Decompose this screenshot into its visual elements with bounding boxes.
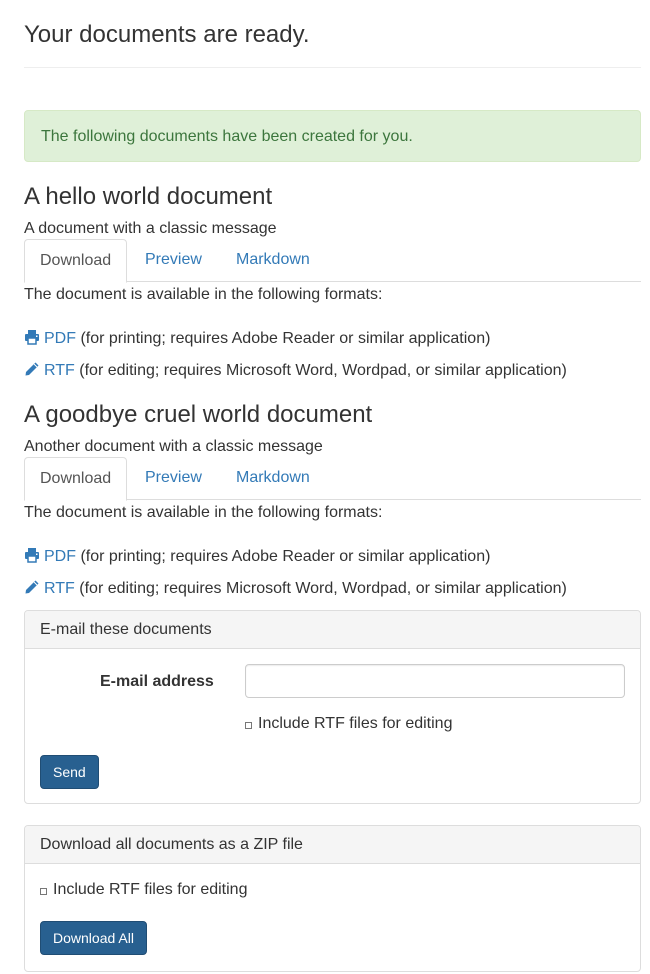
rtf-download-link[interactable]: RTF: [24, 362, 75, 379]
format-rtf-row: RTF (for editing; requires Microsoft Wor…: [24, 579, 567, 599]
title-divider: [24, 67, 641, 68]
tab-markdown[interactable]: Markdown: [236, 457, 310, 500]
zip-panel-heading: Download all documents as a ZIP file: [25, 826, 640, 864]
rtf-download-link[interactable]: RTF: [24, 580, 75, 597]
format-pdf-row: PDF (for printing; requires Adobe Reader…: [24, 329, 490, 349]
document-tabs: Download Preview Markdown: [24, 239, 641, 283]
printer-icon: [25, 330, 39, 345]
email-panel: E-mail these documents E-mail address In…: [24, 610, 641, 804]
email-label: E-mail address: [100, 673, 214, 690]
download-all-button[interactable]: Download All: [40, 921, 147, 955]
tab-preview[interactable]: Preview: [145, 457, 202, 500]
zip-include-rtf-row: Include RTF files for editing: [40, 880, 247, 900]
pdf-note: (for printing; requires Adobe Reader or …: [80, 330, 491, 347]
pdf-link-label: PDF: [44, 548, 76, 565]
rtf-note: (for editing; requires Microsoft Word, W…: [79, 362, 567, 379]
formats-intro: The document is available in the followi…: [24, 504, 383, 521]
rtf-note: (for editing; requires Microsoft Word, W…: [79, 580, 567, 597]
email-include-rtf-checkbox[interactable]: [245, 722, 252, 729]
document-description: Another document with a classic message: [24, 438, 323, 455]
email-include-rtf-row: Include RTF files for editing: [245, 714, 452, 734]
email-panel-heading: E-mail these documents: [25, 611, 640, 649]
tab-download[interactable]: Download: [24, 457, 127, 501]
format-pdf-row: PDF (for printing; requires Adobe Reader…: [24, 547, 490, 567]
pencil-icon: [25, 362, 39, 376]
send-button[interactable]: Send: [40, 755, 99, 789]
formats-intro: The document is available in the followi…: [24, 286, 383, 303]
tab-preview[interactable]: Preview: [145, 239, 202, 282]
document-description: A document with a classic message: [24, 220, 277, 237]
pdf-download-link[interactable]: PDF: [24, 330, 76, 347]
email-include-rtf-label: Include RTF files for editing: [258, 715, 453, 732]
pdf-note: (for printing; requires Adobe Reader or …: [80, 548, 491, 565]
pdf-download-link[interactable]: PDF: [24, 548, 76, 565]
zip-panel: Download all documents as a ZIP file Inc…: [24, 825, 641, 972]
email-input[interactable]: [245, 664, 625, 698]
rtf-link-label: RTF: [44, 580, 75, 597]
tab-markdown[interactable]: Markdown: [236, 239, 310, 282]
format-rtf-row: RTF (for editing; requires Microsoft Wor…: [24, 361, 567, 381]
pencil-icon: [25, 580, 39, 594]
page-title: Your documents are ready.: [24, 21, 310, 48]
rtf-link-label: RTF: [44, 362, 75, 379]
printer-icon: [25, 548, 39, 563]
zip-include-rtf-label: Include RTF files for editing: [53, 881, 248, 898]
success-alert: The following documents have been create…: [24, 110, 641, 162]
document-tabs: Download Preview Markdown: [24, 457, 641, 501]
document-title: A hello world document: [24, 183, 273, 210]
pdf-link-label: PDF: [44, 330, 76, 347]
tab-download[interactable]: Download: [24, 239, 127, 283]
zip-include-rtf-checkbox[interactable]: [40, 888, 47, 895]
document-title: A goodbye cruel world document: [24, 401, 373, 428]
